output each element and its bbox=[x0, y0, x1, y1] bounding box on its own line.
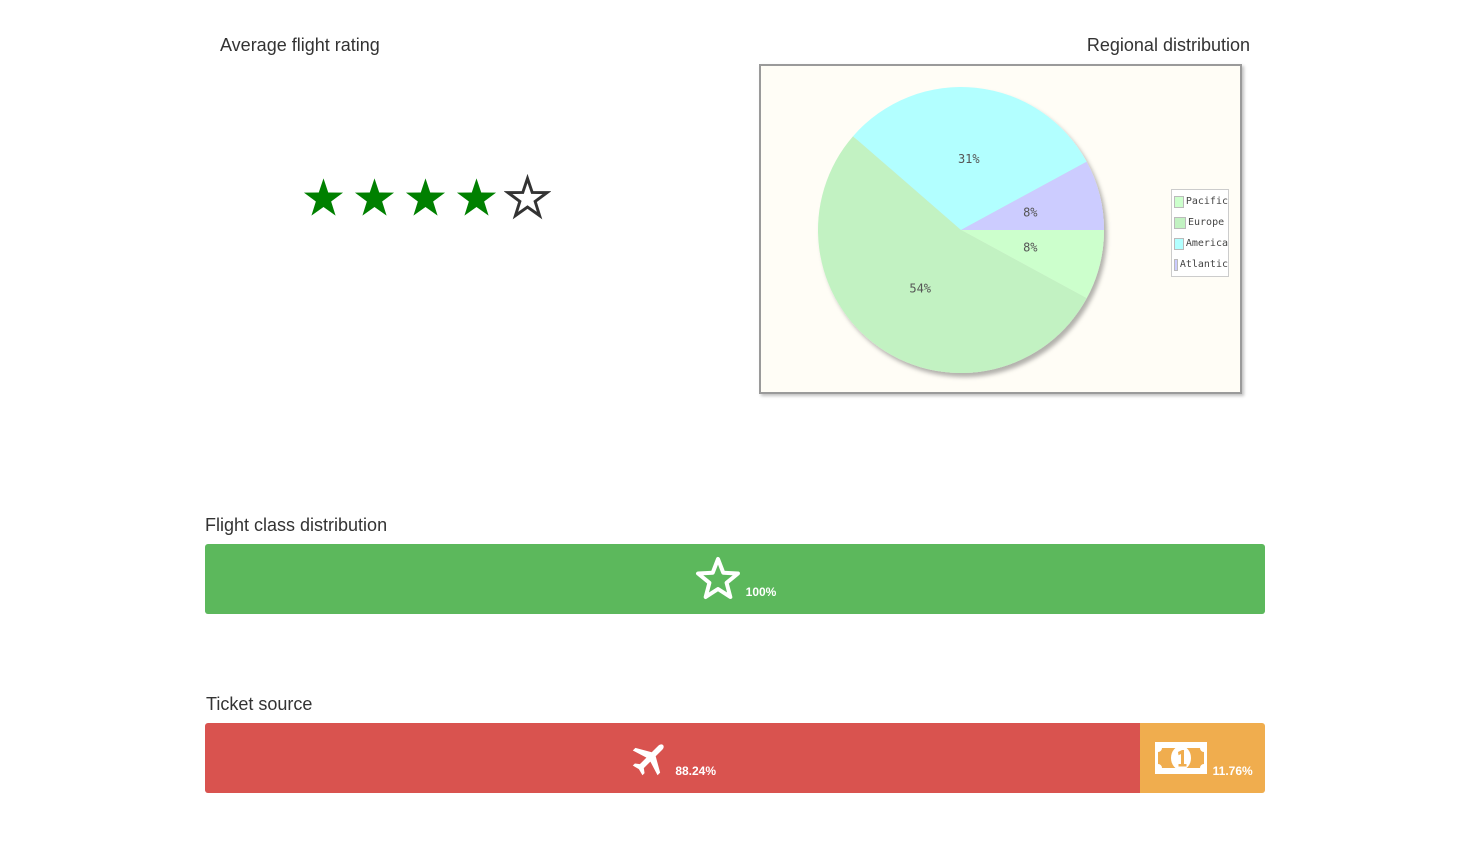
pie-label-pacific: 8% bbox=[1023, 241, 1038, 255]
star-filled-icon bbox=[456, 178, 497, 216]
legend-label: Europe bbox=[1188, 217, 1225, 228]
legend-label: Pacific bbox=[1185, 196, 1228, 207]
star-empty-icon bbox=[504, 174, 551, 220]
rating-title: Average flight rating bbox=[220, 35, 380, 55]
airplane-icon bbox=[633, 744, 664, 776]
star-filled-icon bbox=[303, 178, 344, 216]
pie-label-europe: 54% bbox=[909, 282, 931, 296]
legend-item-europe: Europe bbox=[1172, 212, 1228, 233]
legend-item-atlantic: Atlantic bbox=[1172, 254, 1228, 275]
bar-segment: 11.76% bbox=[1140, 723, 1265, 793]
star-filled-icon bbox=[405, 178, 446, 216]
legend-swatch bbox=[1174, 216, 1186, 229]
pie-legend: Pacific Europe America Atlantic bbox=[1171, 189, 1229, 277]
pie-svg: 8% 54% 31% 8% bbox=[818, 86, 1104, 373]
pie-label-atlantic: 8% bbox=[1023, 205, 1038, 219]
legend-label: America bbox=[1185, 238, 1228, 249]
legend-item-pacific: Pacific bbox=[1172, 191, 1228, 212]
segment-value-label: 100% bbox=[745, 585, 777, 599]
star-filled-icon bbox=[354, 178, 395, 216]
flight-class-title: Flight class distribution bbox=[205, 515, 388, 535]
pie-label-america: 31% bbox=[958, 152, 980, 166]
segment-value-label: 88.24% bbox=[675, 764, 717, 778]
legend-swatch bbox=[1174, 237, 1184, 250]
legend-swatch bbox=[1174, 258, 1178, 271]
ticket-source-bar: 88.24% 11.76% bbox=[205, 723, 1265, 793]
star-outline-icon bbox=[695, 557, 740, 599]
legend-item-america: America bbox=[1172, 233, 1228, 254]
bar-segment: 88.24% bbox=[205, 723, 1141, 793]
legend-swatch bbox=[1174, 195, 1184, 208]
flight-class-bar: 100% bbox=[205, 544, 1265, 614]
star-rating bbox=[300, 174, 551, 221]
regional-title: Regional distribution bbox=[1086, 35, 1250, 55]
legend-label: Atlantic bbox=[1179, 259, 1228, 270]
money-icon bbox=[1154, 742, 1207, 774]
bar-segment: 100% bbox=[205, 544, 1265, 614]
dashboard: Average flight rating Regional distribut… bbox=[0, 0, 1474, 848]
pie-chart: 8% 54% 31% 8% Pacific Europe America Atlantic bbox=[759, 64, 1242, 394]
segment-value-label: 11.76% bbox=[1212, 764, 1253, 778]
ticket-source-title: Ticket source bbox=[206, 694, 313, 714]
